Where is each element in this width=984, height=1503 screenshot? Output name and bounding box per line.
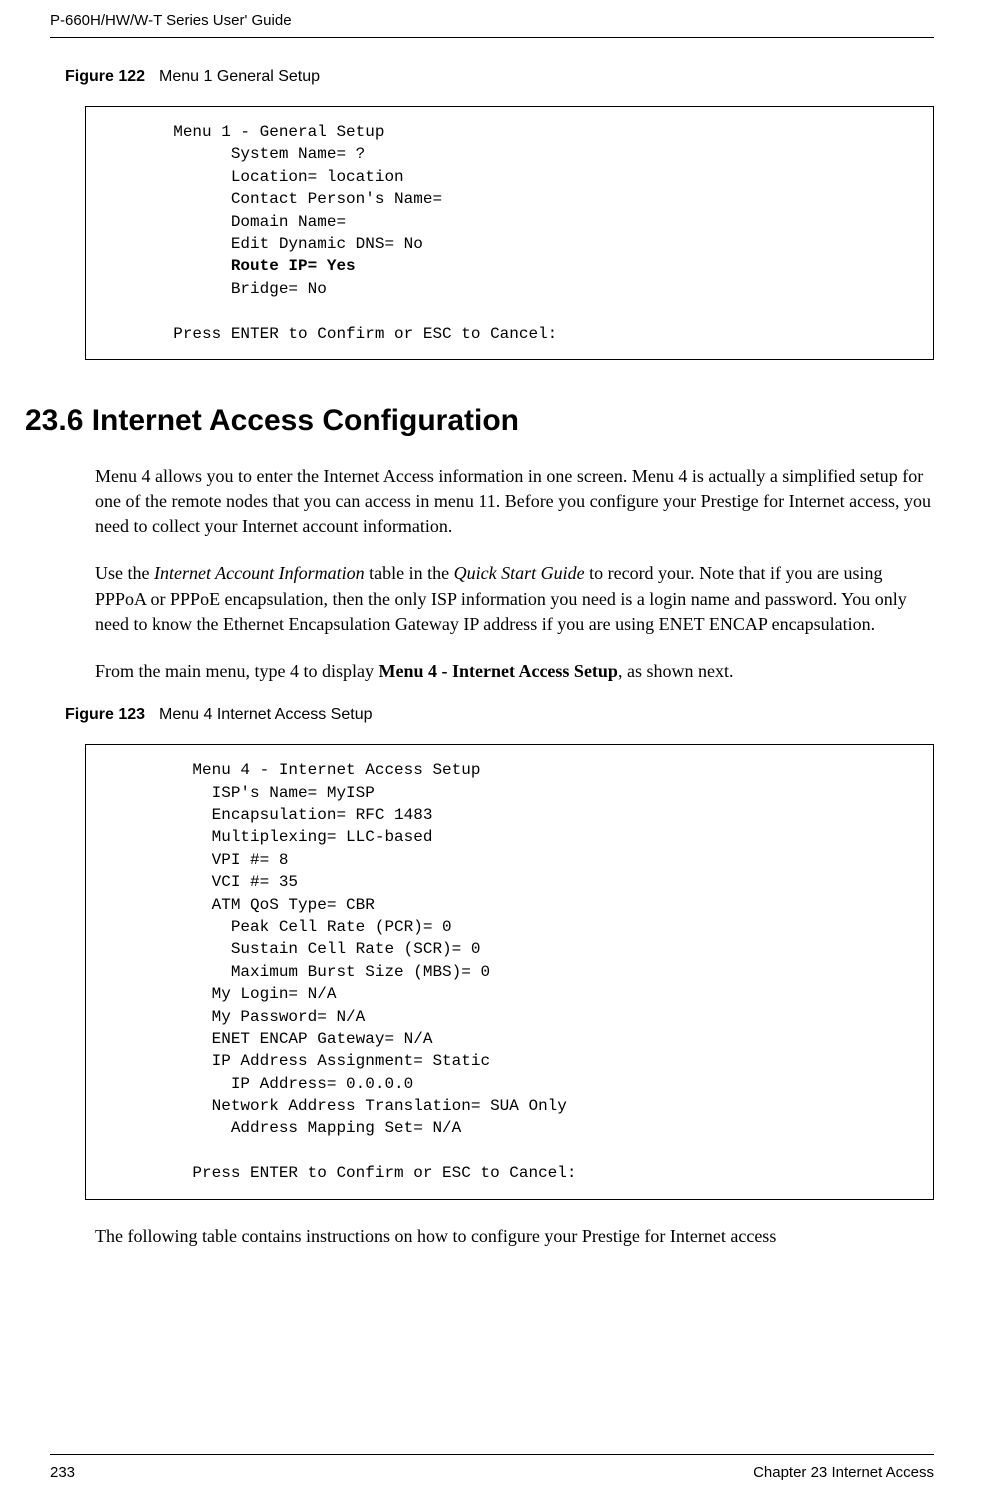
para-1: Menu 4 allows you to enter the Internet … bbox=[95, 464, 934, 540]
para2-mid1: table in the bbox=[365, 563, 454, 583]
chapter-title: Chapter 23 Internet Access bbox=[753, 1464, 934, 1481]
menu4-line13: ENET ENCAP Gateway= N/A bbox=[106, 1030, 432, 1048]
page-number: 233 bbox=[50, 1464, 75, 1481]
figure-122-caption: Figure 122 Menu 1 General Setup bbox=[65, 68, 934, 86]
menu4-line7: ATM QoS Type= CBR bbox=[106, 896, 375, 914]
figure-123-title: Menu 4 Internet Access Setup bbox=[159, 706, 372, 723]
para-2: Use the Internet Account Information tab… bbox=[95, 561, 934, 637]
menu4-line12: My Password= N/A bbox=[106, 1008, 365, 1026]
menu-4-box: Menu 4 - Internet Access Setup ISP's Nam… bbox=[85, 744, 934, 1199]
footer-divider bbox=[50, 1454, 934, 1455]
menu1-line3: Location= location bbox=[106, 168, 404, 186]
menu4-line10: Maximum Burst Size (MBS)= 0 bbox=[106, 963, 490, 981]
menu-1-box: Menu 1 - General Setup System Name= ? Lo… bbox=[85, 106, 934, 360]
menu4-line14: IP Address Assignment= Static bbox=[106, 1052, 490, 1070]
menu4-line3: Encapsulation= RFC 1483 bbox=[106, 806, 432, 824]
menu1-line7: Route IP= Yes bbox=[106, 257, 356, 275]
figure-123-caption: Figure 123 Menu 4 Internet Access Setup bbox=[65, 706, 934, 724]
para2-pre: Use the bbox=[95, 563, 154, 583]
page-footer: 233 Chapter 23 Internet Access bbox=[0, 1456, 984, 1481]
closing-paragraph: The following table contains instruction… bbox=[95, 1224, 934, 1249]
menu4-line6: VCI #= 35 bbox=[106, 873, 298, 891]
page-header: P-660H/HW/W-T Series User' Guide bbox=[0, 0, 984, 37]
menu1-line8: Bridge= No bbox=[106, 280, 327, 298]
menu4-line4: Multiplexing= LLC-based bbox=[106, 828, 432, 846]
menu4-line16: Network Address Translation= SUA Only bbox=[106, 1097, 567, 1115]
para3-bold: Menu 4 - Internet Access Setup bbox=[378, 661, 617, 681]
guide-title: P-660H/HW/W-T Series User' Guide bbox=[50, 12, 292, 29]
menu4-line1: Menu 4 - Internet Access Setup bbox=[106, 761, 480, 779]
menu1-line5: Domain Name= bbox=[106, 213, 346, 231]
para-3: From the main menu, type 4 to display Me… bbox=[95, 659, 934, 684]
menu4-line11: My Login= N/A bbox=[106, 985, 336, 1003]
para2-italic1: Internet Account Information bbox=[154, 563, 365, 583]
menu4-line15: IP Address= 0.0.0.0 bbox=[106, 1075, 413, 1093]
para2-italic2: Quick Start Guide bbox=[454, 563, 585, 583]
page-content: Figure 122 Menu 1 General Setup Menu 1 - … bbox=[0, 38, 984, 1249]
figure-123-label: Figure 123 bbox=[65, 706, 145, 723]
figure-122-label: Figure 122 bbox=[65, 68, 145, 85]
menu4-line17: Address Mapping Set= N/A bbox=[106, 1119, 461, 1137]
menu1-line4: Contact Person's Name= bbox=[106, 190, 442, 208]
figure-122-title: Menu 1 General Setup bbox=[159, 68, 320, 85]
para3-pre: From the main menu, type 4 to display bbox=[95, 661, 378, 681]
menu4-line5: VPI #= 8 bbox=[106, 851, 288, 869]
section-heading-23-6: 23.6 Internet Access Configuration bbox=[25, 404, 934, 438]
menu4-line8: Peak Cell Rate (PCR)= 0 bbox=[106, 918, 452, 936]
menu4-line19: Press ENTER to Confirm or ESC to Cancel: bbox=[106, 1164, 576, 1182]
para3-post: , as shown next. bbox=[618, 661, 734, 681]
menu1-line2: System Name= ? bbox=[106, 145, 365, 163]
menu4-line9: Sustain Cell Rate (SCR)= 0 bbox=[106, 940, 480, 958]
menu4-line2: ISP's Name= MyISP bbox=[106, 784, 375, 802]
menu1-line6: Edit Dynamic DNS= No bbox=[106, 235, 423, 253]
menu1-line10: Press ENTER to Confirm or ESC to Cancel: bbox=[106, 325, 557, 343]
menu1-line1: Menu 1 - General Setup bbox=[106, 123, 384, 141]
